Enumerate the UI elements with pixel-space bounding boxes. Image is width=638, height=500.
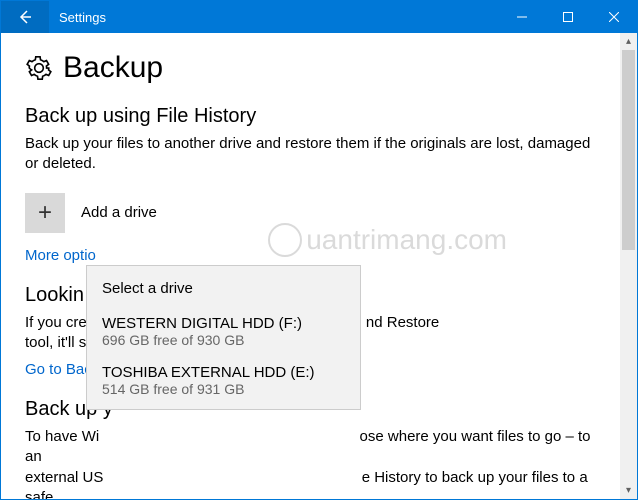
page-header: Backup [25, 51, 596, 85]
section-desc-backup-different: To have Wi ose where you want files to g… [25, 427, 596, 499]
scroll-track[interactable] [620, 50, 637, 482]
text-fragment: nd Restore [366, 314, 439, 331]
page-title: Backup [63, 51, 163, 85]
drive-name: WESTERN DIGITAL HDD (F:) [102, 315, 345, 332]
close-button[interactable] [591, 1, 637, 33]
content-wrapper: Backup Back up using File History Back u… [1, 33, 637, 499]
more-options-link[interactable]: More optio [25, 247, 596, 264]
add-drive-row[interactable]: + Add a drive [25, 193, 596, 233]
maximize-icon [563, 12, 573, 22]
scroll-thumb[interactable] [622, 50, 635, 250]
scroll-up-button[interactable]: ▴ [620, 33, 637, 50]
minimize-icon [517, 12, 527, 22]
drive-option[interactable]: TOSHIBA EXTERNAL HDD (E:) 514 GB free of… [87, 356, 360, 405]
flyout-header: Select a drive [87, 274, 360, 307]
text-fragment: external US [25, 469, 103, 486]
scroll-down-button[interactable]: ▾ [620, 482, 637, 499]
gear-icon [25, 54, 53, 82]
text-fragment: To have Wi [25, 428, 99, 445]
close-icon [609, 12, 619, 22]
window-title: Settings [49, 1, 499, 33]
maximize-button[interactable] [545, 1, 591, 33]
arrow-left-icon [17, 9, 33, 25]
back-button[interactable] [1, 1, 49, 33]
section-desc-file-history: Back up your files to another drive and … [25, 134, 596, 175]
drive-subtext: 514 GB free of 931 GB [102, 381, 345, 397]
minimize-button[interactable] [499, 1, 545, 33]
window-controls [499, 1, 637, 33]
drive-name: TOSHIBA EXTERNAL HDD (E:) [102, 364, 345, 381]
drive-select-flyout: Select a drive WESTERN DIGITAL HDD (F:) … [86, 265, 361, 410]
text-fragment: Lookin [25, 284, 84, 306]
plus-icon: + [25, 193, 65, 233]
section-title-file-history: Back up using File History [25, 105, 596, 128]
drive-subtext: 696 GB free of 930 GB [102, 332, 345, 348]
drive-option[interactable]: WESTERN DIGITAL HDD (F:) 696 GB free of … [87, 307, 360, 356]
titlebar: Settings [1, 1, 637, 33]
vertical-scrollbar[interactable]: ▴ ▾ [620, 33, 637, 499]
text-fragment: e History to back up your files to a saf… [25, 469, 588, 500]
add-drive-label: Add a drive [81, 204, 157, 221]
text-fragment: ose where you want files to go – to an [25, 428, 591, 465]
